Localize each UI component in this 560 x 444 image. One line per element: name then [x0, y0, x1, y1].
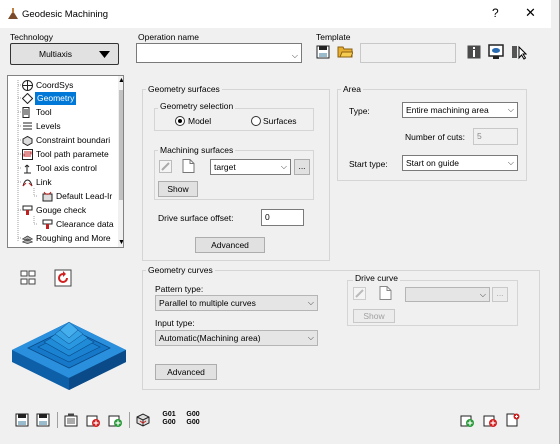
scroll-thumb[interactable]: [119, 90, 123, 200]
technology-label: Technology: [10, 32, 54, 42]
chevron-down-icon: ⌵: [307, 333, 314, 342]
chevron-down-icon: ⌵: [507, 105, 514, 114]
parameters-tree[interactable]: CoordSys Geometry Tool Levels Constraint…: [7, 75, 124, 248]
start-type-combo[interactable]: Start on guide ⌵: [402, 155, 518, 171]
g-code-simulate-button[interactable]: G00 G00: [184, 411, 202, 429]
chevron-down-icon: [99, 51, 110, 58]
start-type-label: Start type:: [349, 159, 388, 169]
lead-in-icon: [42, 191, 53, 202]
new-curve-icon[interactable]: [379, 286, 392, 300]
new-operation-icon[interactable]: [506, 413, 520, 427]
g-code-button[interactable]: G01 G00: [160, 411, 178, 429]
toolbar-separator: [129, 412, 130, 428]
show-surfaces-button[interactable]: Show: [158, 181, 198, 197]
pattern-type-label: Pattern type:: [155, 284, 204, 294]
tree-scrollbar[interactable]: ▲ ▼: [118, 76, 123, 247]
model-radio[interactable]: [175, 116, 185, 126]
geometry-selection-title: Geometry selection: [158, 101, 236, 111]
drive-curve-combo[interactable]: ⌵: [405, 287, 490, 302]
operation-name-combo[interactable]: ⌵: [136, 43, 302, 63]
template-field[interactable]: [360, 43, 456, 63]
chevron-down-icon: ⌵: [507, 158, 514, 167]
operation-name-label: Operation name: [138, 32, 199, 42]
preview-icon[interactable]: [488, 44, 504, 60]
info-icon[interactable]: [467, 45, 481, 59]
template-label: Template: [316, 32, 351, 42]
clearance-icon: [42, 219, 53, 229]
input-type-label: Input type:: [155, 318, 195, 328]
save-icon[interactable]: [15, 413, 29, 427]
technology-value: Multiaxis: [39, 49, 73, 59]
machining-surfaces-value: target: [214, 162, 236, 172]
number-of-cuts-label: Number of cuts:: [405, 132, 465, 142]
chevron-down-icon: ⌵: [479, 290, 486, 299]
toolpath-preview-image: [12, 321, 126, 390]
chevron-down-icon: ⌵: [291, 51, 298, 60]
app-icon: [8, 8, 18, 19]
chevron-down-icon: ⌵: [280, 162, 287, 171]
surfaces-radio[interactable]: [251, 116, 261, 126]
drive-surface-offset-label: Drive surface offset:: [158, 213, 234, 223]
new-surfaces-icon[interactable]: [182, 159, 195, 173]
calculate-icon[interactable]: [64, 413, 78, 427]
geometry-curves-title: Geometry curves: [146, 265, 215, 275]
drive-curve-title: Drive curve: [353, 273, 400, 283]
drive-curve-show-button[interactable]: Show: [353, 309, 395, 323]
scroll-up-icon[interactable]: ▲: [118, 77, 123, 84]
technology-dropdown[interactable]: Multiaxis: [10, 43, 119, 65]
select-tool-icon[interactable]: [511, 44, 527, 60]
chevron-down-icon: ⌵: [307, 298, 314, 307]
title-bar: Geodesic Machining ? ✕: [0, 0, 551, 28]
add-red-icon[interactable]: [86, 413, 100, 427]
tree-layout-icon[interactable]: [20, 270, 36, 286]
window-title: Geodesic Machining: [22, 9, 109, 20]
help-button[interactable]: ?: [492, 6, 499, 20]
machining-surfaces-browse-button[interactable]: ...: [294, 159, 310, 175]
stock-icon[interactable]: [136, 413, 150, 427]
drive-curve-browse-button[interactable]: ...: [492, 287, 508, 302]
toolbar-separator: [57, 412, 58, 428]
close-button[interactable]: ✕: [525, 5, 536, 21]
open-folder-icon[interactable]: [337, 44, 353, 58]
pattern-type-combo[interactable]: Parallel to multiple curves ⌵: [155, 295, 318, 311]
geometry-curves-advanced-button[interactable]: Advanced: [155, 364, 217, 380]
add-red-icon[interactable]: [483, 413, 497, 427]
number-of-cuts-input[interactable]: 5: [473, 128, 518, 145]
input-type-combo[interactable]: Automatic(Machining area) ⌵: [155, 330, 318, 346]
area-title: Area: [341, 84, 363, 94]
scroll-down-icon[interactable]: ▼: [118, 239, 123, 246]
edit-surfaces-icon[interactable]: [159, 160, 172, 173]
model-radio-label: Model: [188, 116, 212, 126]
surfaces-radio-label: Surfaces: [263, 116, 297, 126]
tree-lines: [17, 80, 38, 241]
save-template-icon[interactable]: [316, 45, 330, 59]
dialog-window: Geodesic Machining ? ✕ Technology Multia…: [0, 0, 560, 444]
refresh-icon[interactable]: [54, 269, 72, 287]
save-as-icon[interactable]: [36, 413, 50, 427]
add-green-icon[interactable]: [460, 413, 474, 427]
area-type-label: Type:: [349, 106, 370, 116]
area-type-combo[interactable]: Entire machining area ⌵: [402, 102, 518, 118]
machining-surfaces-combo[interactable]: target ⌵: [210, 159, 291, 175]
geometry-surfaces-advanced-button[interactable]: Advanced: [195, 237, 265, 253]
drive-surface-offset-input[interactable]: 0: [261, 209, 304, 226]
add-green-icon[interactable]: [108, 413, 122, 427]
geometry-surfaces-title: Geometry surfaces: [146, 84, 222, 94]
edit-curve-icon[interactable]: [353, 287, 366, 300]
machining-surfaces-title: Machining surfaces: [158, 145, 236, 155]
